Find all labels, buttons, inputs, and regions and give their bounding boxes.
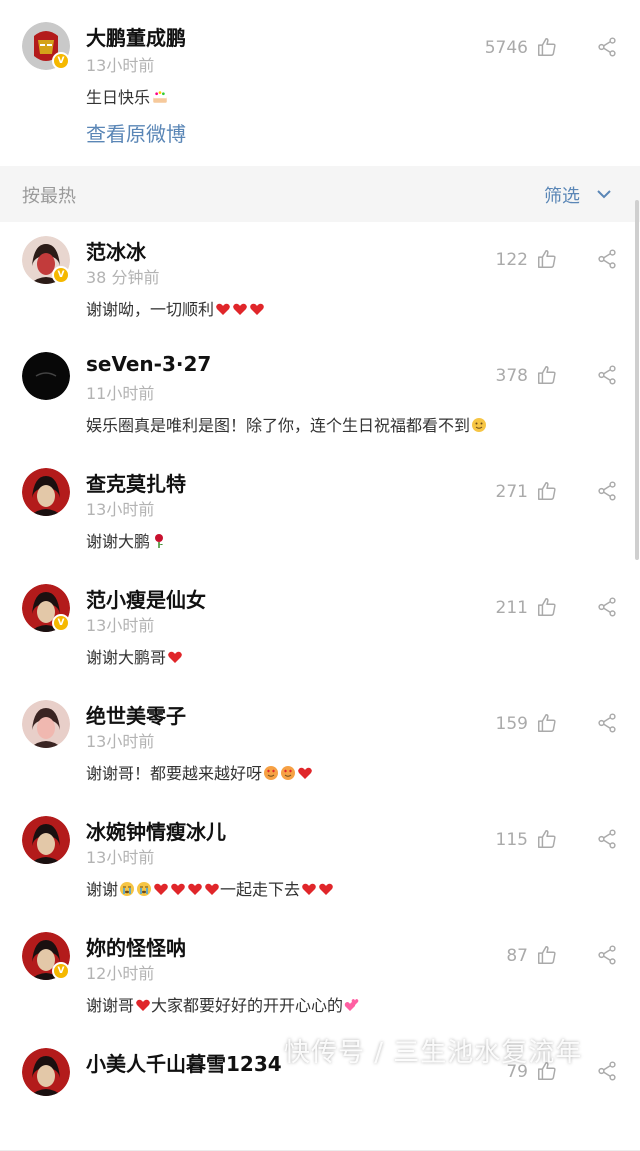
lovesmile-emoji-icon (281, 766, 296, 780)
post-time: 13小时前 (86, 56, 155, 75)
heart-emoji-icon (233, 303, 247, 315)
thumbs-up-icon[interactable] (536, 596, 558, 618)
heart-emoji-icon (298, 767, 312, 779)
comment-like-count: 159 (495, 714, 528, 734)
commenter-avatar[interactable] (22, 1048, 70, 1096)
post-content: 生日快乐 (86, 84, 169, 108)
verified-badge-icon: V (52, 962, 70, 980)
lovesmile-emoji-icon (264, 766, 279, 780)
comment-item[interactable]: V 范小瘦是仙女 13小时前谢谢大鹏哥 211 (0, 570, 640, 687)
avatar-image-icon (22, 468, 70, 516)
smile-emoji-icon (472, 418, 487, 432)
thumbs-up-icon[interactable] (536, 944, 558, 966)
scrollbar[interactable] (635, 200, 639, 560)
comment-text: 谢谢哥 大家都要好好的开开心心的 (86, 992, 360, 1016)
comment-item[interactable]: 冰婉钟情瘦冰儿 13小时前谢谢 一起走下去 115 (0, 802, 640, 919)
commenter-name[interactable]: 小美人千山暮雪1234 (86, 1048, 282, 1077)
commenter-name[interactable]: 冰婉钟情瘦冰儿 (86, 816, 226, 845)
heart-emoji-icon (250, 303, 264, 315)
avatar-image-icon (22, 352, 70, 400)
share-icon[interactable] (596, 36, 618, 58)
comment-like-count: 271 (495, 482, 528, 502)
comment-time: 11小时前 (86, 384, 155, 403)
sort-bar: 按最热 筛选 (0, 166, 640, 223)
comment-time: 13小时前 (86, 616, 155, 635)
comment-text: 谢谢大鹏 (86, 528, 167, 552)
thumbs-up-icon[interactable] (536, 828, 558, 850)
commenter-avatar[interactable] (22, 700, 70, 748)
comment-time: 13小时前 (86, 732, 155, 751)
share-icon[interactable] (596, 828, 618, 850)
comment-text: 谢谢呦，一切顺利 (86, 296, 265, 320)
thumbs-up-icon[interactable] (536, 712, 558, 734)
heart-emoji-icon (302, 883, 316, 895)
commenter-name[interactable]: 查克莫扎特 (86, 468, 186, 497)
comment-text: 谢谢哥！都要越来越好呀 (86, 760, 313, 784)
heart-emoji-icon (188, 883, 202, 895)
post-author-name[interactable]: 大鹏董成鹏 (86, 22, 186, 51)
comment-item[interactable]: 绝世美零子 13小时前谢谢哥！都要越来越好呀 159 (0, 686, 640, 803)
heart-emoji-icon (319, 883, 333, 895)
post-like-count: 5746 (484, 38, 528, 58)
share-icon[interactable] (596, 944, 618, 966)
cake-emoji-icon (153, 91, 167, 103)
comment-like-count: 122 (495, 250, 528, 270)
heart-emoji-icon (216, 303, 230, 315)
heart-emoji-icon (136, 999, 150, 1011)
heart-emoji-icon (168, 651, 182, 663)
comment-like-count: 211 (495, 598, 528, 618)
comment-text: 娱乐圈真是唯利是图！除了你，连个生日祝福都看不到 (86, 412, 487, 436)
comment-like-count: 87 (506, 946, 528, 966)
rose-emoji-icon (155, 534, 164, 548)
cry-emoji-icon (120, 882, 135, 896)
view-original-link[interactable]: 查看原微博 (86, 118, 186, 147)
share-icon[interactable] (596, 364, 618, 386)
original-post: V 大鹏董成鹏 13小时前 生日快乐 5746 查看原微博 (0, 0, 640, 167)
avatar-image-icon (22, 1048, 70, 1096)
comment-time: 12小时前 (86, 964, 155, 983)
share-icon[interactable] (596, 480, 618, 502)
share-icon[interactable] (596, 712, 618, 734)
commenter-avatar[interactable] (22, 816, 70, 864)
thumbs-up-icon[interactable] (536, 364, 558, 386)
comment-time: 13小时前 (86, 848, 155, 867)
commenter-avatar[interactable] (22, 468, 70, 516)
cry-emoji-icon (137, 882, 152, 896)
share-icon[interactable] (596, 1060, 618, 1082)
commenter-avatar[interactable] (22, 352, 70, 400)
share-icon[interactable] (596, 248, 618, 270)
thumbs-up-icon[interactable] (536, 248, 558, 270)
hearts2-emoji-icon (344, 999, 359, 1011)
thumbs-up-icon[interactable] (536, 36, 558, 58)
commenter-name[interactable]: 妳的怪怪呐 (86, 932, 186, 961)
commenter-name[interactable]: 绝世美零子 (86, 700, 186, 729)
comment-text: 谢谢 一起走下去 (86, 876, 334, 900)
comment-text: 谢谢大鹏哥 (86, 644, 183, 668)
sort-by-hot[interactable]: 按最热 (22, 182, 76, 208)
heart-emoji-icon (154, 883, 168, 895)
commenter-name[interactable]: seVen-3·27 (86, 352, 211, 376)
comment-item[interactable]: V 范冰冰 38 分钟前谢谢呦，一切顺利 122 (0, 222, 640, 339)
comment-like-count: 115 (495, 830, 528, 850)
commenter-name[interactable]: 范冰冰 (86, 236, 146, 265)
comment-item[interactable]: V 妳的怪怪呐 12小时前谢谢哥 大家都要好好的开开心心的 87 (0, 918, 640, 1035)
comment-time: 13小时前 (86, 500, 155, 519)
comment-time: 38 分钟前 (86, 268, 160, 287)
heart-emoji-icon (171, 883, 185, 895)
verified-badge-icon: V (52, 266, 70, 284)
watermark-text: 快传号 / 三生池水复流年 (284, 1038, 583, 1068)
verified-badge-icon: V (52, 614, 70, 632)
avatar-image-icon (22, 816, 70, 864)
verified-badge-icon: V (52, 52, 70, 70)
share-icon[interactable] (596, 596, 618, 618)
commenter-name[interactable]: 范小瘦是仙女 (86, 584, 206, 613)
filter-button[interactable]: 筛选 (544, 182, 580, 208)
heart-emoji-icon (205, 883, 219, 895)
thumbs-up-icon[interactable] (536, 480, 558, 502)
comment-item[interactable]: seVen-3·27 11小时前娱乐圈真是唯利是图！除了你，连个生日祝福都看不到 3… (0, 338, 640, 455)
comment-item[interactable]: 查克莫扎特 13小时前谢谢大鹏 271 (0, 454, 640, 571)
chevron-down-icon[interactable] (594, 184, 614, 204)
avatar-image-icon (22, 700, 70, 748)
comment-like-count: 378 (495, 366, 528, 386)
